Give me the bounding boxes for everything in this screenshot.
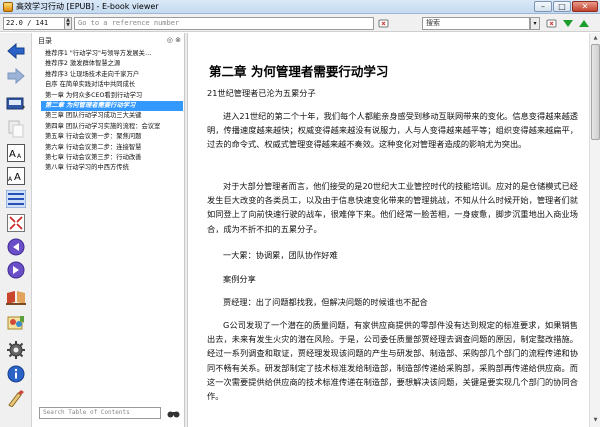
toc-item[interactable]: 第三章 团队行动学习成功三大关键 [41, 111, 183, 121]
toc-panel-controls[interactable]: ◎ ⊗ [167, 36, 181, 44]
toc-item[interactable]: 第二章 为何管理者需要行动学习 [41, 100, 183, 112]
top-toolbar: 22.0 / 141 ▲ ▼ Go to a reference number 搜… [0, 14, 600, 32]
maximize-button[interactable]: □ [553, 1, 571, 12]
position-input[interactable]: 22.0 / 141 [3, 17, 65, 30]
print-icon[interactable] [6, 388, 26, 408]
scroll-thumb[interactable] [591, 44, 600, 140]
position-spinner[interactable]: ▲ ▼ [64, 17, 72, 30]
toc-item[interactable]: 自序 在简单实践对话中共同成长 [41, 80, 183, 90]
title-bar: 高效学习行动 [EPUB] - E-book viewer – □ ✕ [0, 0, 600, 14]
toc-search-input[interactable]: Search Table of Contents [39, 407, 161, 419]
toc-title: 目录 [38, 37, 52, 45]
clear-reference-icon[interactable] [377, 17, 390, 30]
svg-text:A: A [14, 172, 21, 183]
heading-line-3: 贾经理：出了问题都找我，但解决问题的时候谁也不配合 [223, 297, 428, 307]
toc-item[interactable]: 推荐序2 激发群体智慧之源 [41, 59, 183, 69]
book-content: 第二章 为何管理者需要行动学习 21世纪管理者已沦为五累分子 进入21世纪的第二… [189, 33, 589, 427]
table-of-contents-icon[interactable] [6, 189, 26, 209]
forward-arrow-icon[interactable] [6, 66, 26, 86]
search-input[interactable]: 搜索 [422, 17, 530, 30]
heading-line-1: 一大累：协调累，团队协作好难 [223, 250, 338, 260]
app-icon [3, 2, 13, 12]
side-toolbar: AA AA [0, 33, 32, 427]
preferences-gear-icon[interactable] [6, 340, 26, 360]
window-controls: – □ ✕ [534, 1, 598, 13]
vertical-scrollbar[interactable]: ▲ ▼ [589, 33, 600, 427]
fullscreen-icon[interactable] [6, 213, 26, 233]
window-title: 高效学习行动 [EPUB] - E-book viewer [16, 2, 159, 11]
minimize-button[interactable]: – [534, 1, 552, 12]
toc-item[interactable]: 第八章 行动学习的中西方传统 [41, 163, 183, 173]
find-next-icon[interactable] [561, 17, 574, 30]
toc-item[interactable]: 第六章 行动会议第二步：连接智慧 [41, 143, 183, 153]
search-history-dropdown[interactable]: ▾ [530, 17, 540, 30]
next-page-icon[interactable] [6, 260, 26, 280]
font-larger-icon[interactable]: AA [6, 143, 26, 163]
toc-item[interactable]: 第五章 行动会议第一步：聚焦问题 [41, 132, 183, 142]
reference-mode-icon[interactable] [6, 288, 26, 308]
scroll-down-arrow-icon[interactable]: ▼ [591, 416, 600, 425]
info-icon[interactable] [6, 364, 26, 384]
previous-page-icon[interactable] [6, 237, 26, 257]
toc-header: 目录 ◎ ⊗ [37, 36, 181, 46]
bookmark-icon[interactable] [6, 313, 26, 333]
section-subtitle: 21世纪管理者已沦为五累分子 [207, 88, 316, 98]
paragraph-2: 对于大部分管理者而言，他们接受的是20世纪大工业管控时代的技能培训。应对的是仓储… [207, 181, 578, 234]
toc-list: 推荐序1 "行动学习"与领导方发展关… 推荐序2 激发群体智慧之源 推荐序3 让现场… [41, 49, 183, 174]
open-ebook-icon[interactable] [6, 93, 26, 113]
binoculars-search-icon[interactable] [166, 407, 180, 419]
chapter-title: 第二章 为何管理者需要行动学习 [209, 64, 389, 79]
panel-splitter[interactable] [185, 33, 188, 427]
toc-item[interactable]: 第七章 行动会议第三步：行动改善 [41, 153, 183, 163]
copy-icon[interactable] [6, 119, 26, 139]
scroll-up-arrow-icon[interactable]: ▲ [591, 34, 600, 43]
paragraph-3: G公司发现了一个潜在的质量问题，有家供应商提供的零部件没有达到规定的标准要求，如… [207, 320, 578, 402]
font-smaller-icon[interactable]: AA [6, 166, 26, 186]
close-button[interactable]: ✕ [572, 1, 598, 12]
table-of-contents-panel: 目录 ◎ ⊗ 推荐序1 "行动学习"与领导方发展关… 推荐序2 激发群体智慧之源推… [33, 33, 185, 427]
paragraph-1: 进入21世纪的第二个十年，我们每个人都能亲身感受到移动互联网带来的变化。信息变得… [207, 111, 578, 150]
reference-input[interactable]: Go to a reference number [74, 17, 374, 30]
clear-search-icon[interactable] [545, 17, 558, 30]
toc-item[interactable]: 推荐序3 让现场技术走向千家万户 [41, 70, 183, 80]
toc-item[interactable]: 推荐序1 "行动学习"与领导方发展关… [41, 49, 183, 59]
back-arrow-icon[interactable] [6, 41, 26, 61]
heading-line-2: 案例分享 [223, 274, 256, 284]
toc-item[interactable]: 第四章 团队行动学习实施的流程：会议室 [41, 122, 183, 132]
find-previous-icon[interactable] [577, 17, 590, 30]
toc-item[interactable]: 第一章 为何众多CEO看到行动学习 [41, 91, 183, 101]
svg-text:A: A [9, 149, 16, 160]
